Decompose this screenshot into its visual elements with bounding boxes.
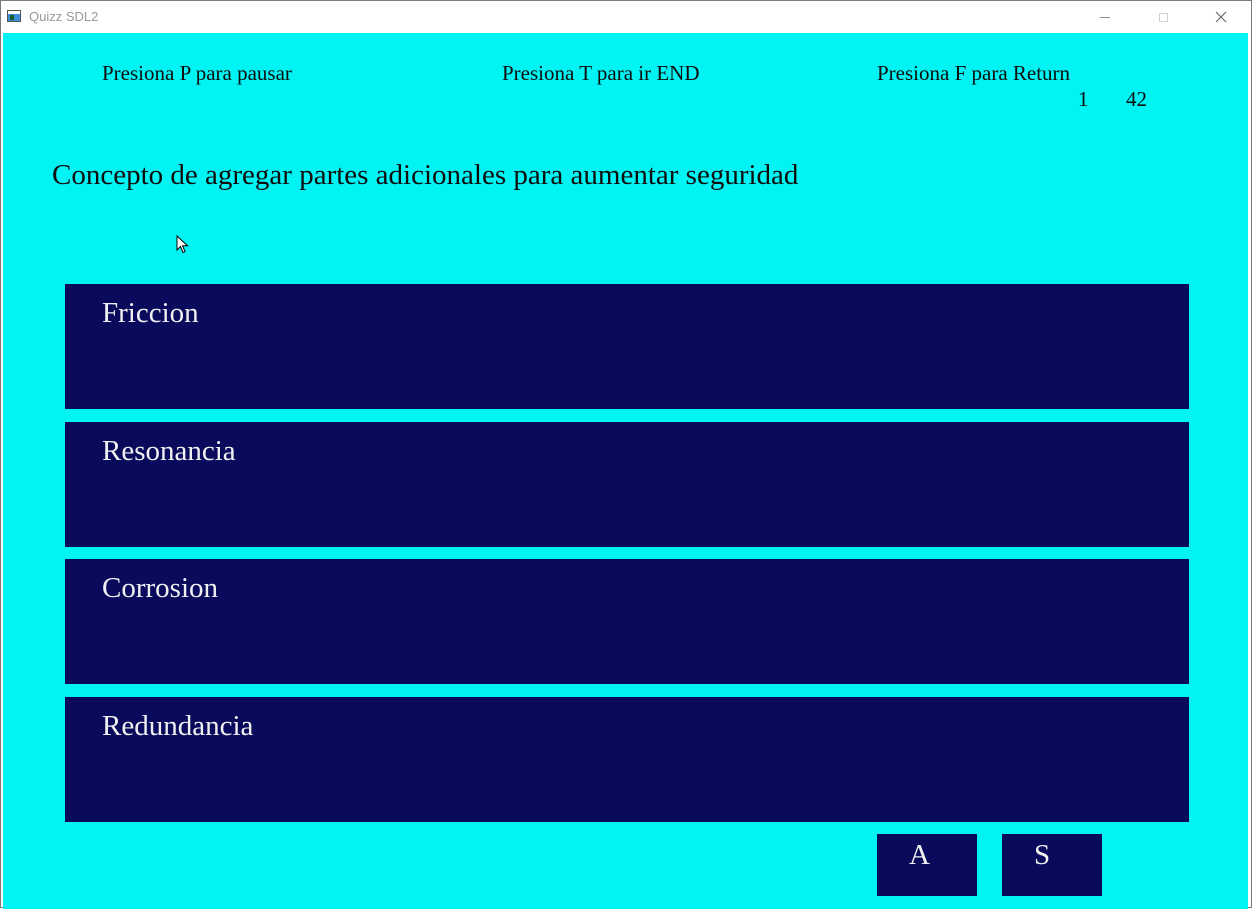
timer-counter: 42 (1126, 87, 1147, 111)
answer-option-4[interactable]: Redundancia (65, 697, 1189, 822)
key-s-label: S (1034, 839, 1051, 871)
mouse-cursor-icon (176, 235, 189, 254)
return-hint: Presiona F para Return (877, 61, 1071, 85)
maximize-icon (1158, 12, 1168, 22)
window-title: Quizz SDL2 (29, 9, 99, 24)
key-s-button[interactable]: S (1002, 834, 1102, 896)
answer-option-1[interactable]: Friccion (65, 284, 1189, 409)
title-bar[interactable]: Quizz SDL2 (1, 1, 1251, 33)
close-icon (1215, 11, 1227, 23)
game-canvas[interactable]: Presiona P para pausar Presiona T para i… (3, 33, 1248, 909)
end-hint: Presiona T para ir END (502, 61, 700, 85)
maximize-button[interactable] (1140, 1, 1186, 33)
pause-hint: Presiona P para pausar (102, 61, 292, 85)
answer-option-label: Resonancia (102, 435, 236, 467)
key-a-label: A (909, 839, 930, 871)
question-text: Concepto de agregar partes adicionales p… (52, 159, 799, 191)
answer-option-label: Friccion (102, 297, 199, 329)
key-a-button[interactable]: A (877, 834, 977, 896)
answer-option-3[interactable]: Corrosion (65, 559, 1189, 684)
answer-option-label: Redundancia (102, 710, 254, 742)
minimize-button[interactable] (1082, 1, 1128, 33)
app-window-icon (7, 10, 21, 22)
close-button[interactable] (1198, 1, 1244, 33)
minimize-icon (1100, 16, 1110, 18)
answer-option-label: Corrosion (102, 572, 218, 604)
answer-option-2[interactable]: Resonancia (65, 422, 1189, 547)
app-window: Quizz SDL2 Presiona P para pausar Presio… (0, 0, 1252, 909)
question-counter: 1 (1078, 87, 1089, 111)
